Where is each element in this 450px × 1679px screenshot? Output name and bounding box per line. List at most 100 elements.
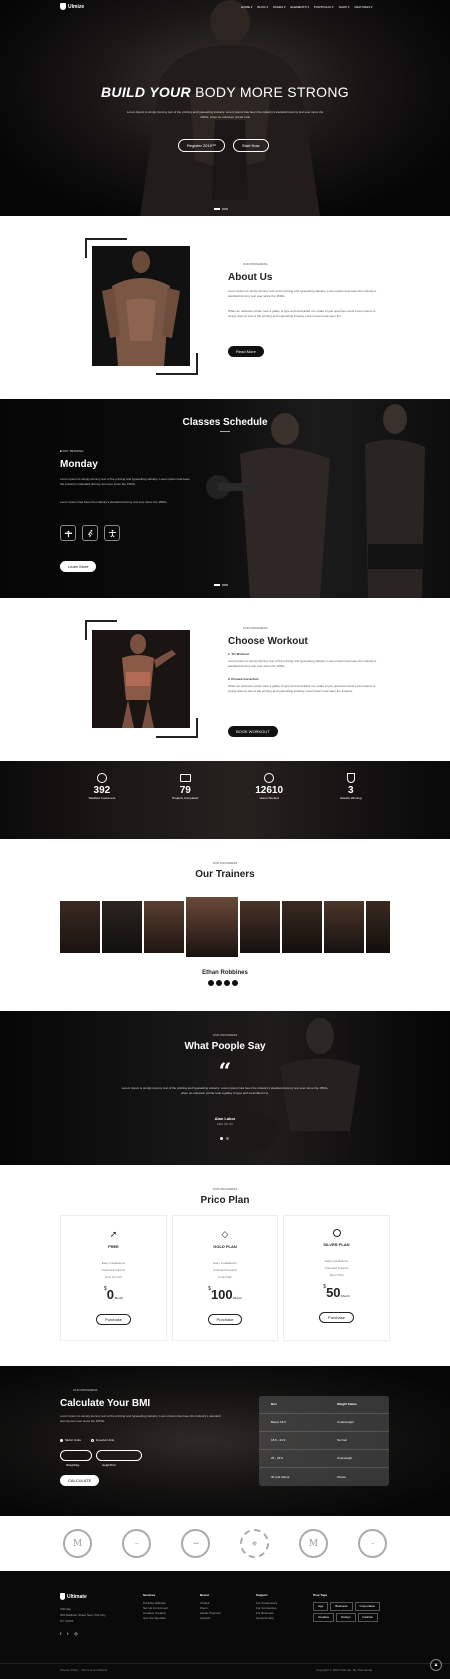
menu-pages[interactable]: PAGES ▾ bbox=[273, 5, 285, 10]
running-icon[interactable] bbox=[82, 525, 98, 541]
about-paragraph-2: When an unknown printer took a galley of… bbox=[228, 309, 376, 318]
menu-blog[interactable]: BLOG ▾ bbox=[257, 5, 268, 10]
metric-radio[interactable]: Metric Units bbox=[60, 1438, 81, 1443]
stat-label: Satisfied Customers bbox=[88, 796, 116, 800]
twitter-icon[interactable]: t bbox=[67, 1631, 68, 1636]
menu-elements[interactable]: ELEMENTS ▾ bbox=[291, 5, 310, 10]
stretching-icon[interactable] bbox=[104, 525, 120, 541]
tag[interactable]: App bbox=[313, 1602, 329, 1611]
testimonial-role: CEO OF XC bbox=[216, 1122, 234, 1126]
book-workout-button[interactable]: BOOK WORKOUT bbox=[228, 720, 278, 738]
brand-logo[interactable]: ∼ bbox=[122, 1529, 151, 1558]
plan-name: SILVER PLAN bbox=[323, 1242, 350, 1247]
classes-paragraph-1: Lorem Ipsum is simply dummy text of the … bbox=[60, 477, 190, 486]
brand-logo[interactable]: ∽ bbox=[181, 1529, 210, 1558]
trainer-photo[interactable] bbox=[102, 901, 142, 953]
dot[interactable] bbox=[226, 1137, 229, 1140]
height-input[interactable]: Height/Cm bbox=[96, 1450, 142, 1467]
stats-section: 392 Satisfied Customers 79 Projects Comp… bbox=[0, 761, 450, 839]
trainers-carousel[interactable] bbox=[60, 897, 390, 957]
class-icons bbox=[60, 525, 120, 541]
title-underline bbox=[220, 431, 230, 432]
stat-value: 3 bbox=[347, 785, 354, 796]
menu-portfolio[interactable]: PORTFOLIO ▾ bbox=[314, 5, 334, 10]
start-now-button[interactable]: Start Now bbox=[233, 134, 269, 152]
weight-input[interactable]: Weight/kg bbox=[60, 1450, 92, 1467]
purchase-button[interactable]: Purchase bbox=[284, 1306, 389, 1324]
weightlifting-icon[interactable] bbox=[60, 525, 76, 541]
footer-link[interactable]: Get Our Specials bbox=[143, 1616, 168, 1621]
tag[interactable]: Creative bbox=[313, 1613, 335, 1622]
scroll-top-button[interactable]: ▲ bbox=[430, 1659, 442, 1671]
footer-address-2: 309 Madison Street New York City bbox=[60, 1613, 106, 1617]
plan-feature: Easy Installations bbox=[324, 1259, 349, 1263]
plan-price: $100/Month bbox=[208, 1286, 242, 1302]
dot-active[interactable] bbox=[220, 1137, 223, 1140]
footer-link[interactable]: Upwork bbox=[200, 1616, 221, 1621]
plan-feature: Unlimited Support bbox=[101, 1268, 126, 1272]
menu-features[interactable]: FEATURES ▾ bbox=[354, 5, 372, 10]
plan-gold: ◇ GOLD PLAN Easy Installations Unlimited… bbox=[172, 1215, 278, 1341]
trainer-photo[interactable] bbox=[366, 901, 390, 953]
trainer-photo[interactable] bbox=[324, 901, 364, 953]
linkedin-icon[interactable] bbox=[232, 980, 238, 986]
pricing-section: OUR PROGRESS Prico Plan ➚ FREE Easy Inst… bbox=[0, 1165, 450, 1366]
hero-title-light: BODY MORE STRONG bbox=[195, 84, 349, 100]
unit-radios: Metric Units Imperial Units bbox=[60, 1438, 114, 1443]
footer-col-brand: Brand Chuluk Zoom Apollo Payment Upwork bbox=[200, 1593, 222, 1621]
instagram-icon[interactable] bbox=[224, 980, 230, 986]
brand-logo[interactable]: ∼ bbox=[358, 1529, 387, 1558]
brand-logo[interactable]: ✵ bbox=[240, 1529, 269, 1558]
workout-eyebrow: OUR PROGRESS bbox=[243, 626, 268, 630]
navbar: Ulmize HOME ▾ BLOG ▾ PAGES ▾ ELEMENTS ▾ … bbox=[0, 0, 450, 14]
twitter-icon[interactable] bbox=[216, 980, 222, 986]
menu-shop[interactable]: SHOP ▾ bbox=[339, 5, 350, 10]
frame-corner-left bbox=[85, 620, 87, 640]
calculate-button[interactable]: CALCULATE bbox=[60, 1469, 100, 1487]
logo-mark-icon bbox=[60, 1593, 65, 1600]
footer-link[interactable]: General Help bbox=[256, 1616, 277, 1621]
facebook-icon[interactable]: f bbox=[60, 1631, 61, 1636]
brand-logo[interactable]: M bbox=[63, 1529, 92, 1558]
trainer-photo[interactable] bbox=[60, 901, 100, 953]
tag[interactable]: Corporation bbox=[354, 1602, 381, 1611]
read-more-button[interactable]: Read More bbox=[228, 340, 264, 358]
frame-corner-right bbox=[196, 353, 198, 375]
about-image bbox=[92, 246, 190, 366]
brand-logo[interactable]: M bbox=[299, 1529, 328, 1558]
footer-legal-links[interactable]: Privacy Policy · Terms & Conditions bbox=[60, 1668, 107, 1673]
tag[interactable]: Design bbox=[336, 1613, 356, 1622]
trainers-section: OUR PROGRESS Our Trainers Ethan Robbines bbox=[0, 839, 450, 1011]
classes-slider-dots[interactable] bbox=[213, 573, 229, 591]
plan-feature: Silver Plan bbox=[329, 1273, 344, 1277]
logo[interactable]: Ulmize bbox=[60, 3, 84, 10]
facebook-icon[interactable] bbox=[208, 980, 214, 986]
imperial-radio[interactable]: Imperial Units bbox=[90, 1438, 114, 1443]
trainer-photo[interactable] bbox=[240, 901, 280, 953]
bmi-eyebrow: OUR PROGRESS bbox=[73, 1388, 98, 1392]
workout-step-2-title: 2. Posture Correction bbox=[228, 677, 259, 681]
frame-corner-top bbox=[85, 620, 117, 622]
bmi-text: Lorem Ipsum is simply dummy text of the … bbox=[60, 1414, 221, 1423]
workout-title: Choose Workout bbox=[228, 636, 308, 647]
clock-icon bbox=[264, 773, 275, 783]
footer-logo[interactable]: Ultimate bbox=[60, 1593, 87, 1600]
stat-value: 79 bbox=[179, 785, 191, 796]
tag[interactable]: Business bbox=[330, 1602, 353, 1611]
learn-more-button[interactable]: Learn More bbox=[60, 555, 97, 573]
purchase-button[interactable]: Purchase bbox=[61, 1308, 166, 1326]
footer-divider bbox=[0, 1663, 450, 1664]
trainer-photo[interactable] bbox=[186, 897, 238, 957]
purchase-button[interactable]: Purchase bbox=[173, 1308, 277, 1326]
register-button[interactable]: Register 2019™ bbox=[178, 134, 225, 152]
trainer-photo[interactable] bbox=[144, 901, 184, 953]
testimonial-dots[interactable] bbox=[220, 1137, 229, 1140]
bmi-title: Calculate Your BMI bbox=[60, 1398, 151, 1409]
instagram-icon[interactable]: ◎ bbox=[74, 1631, 78, 1636]
footer-col-services: Services Portfolio Website Set Up An Acc… bbox=[143, 1593, 169, 1621]
tag[interactable]: Fashion bbox=[357, 1613, 379, 1622]
classes-title: Classes Schedule bbox=[182, 417, 268, 428]
trainer-photo[interactable] bbox=[282, 901, 322, 953]
menu-home[interactable]: HOME ▾ bbox=[241, 5, 252, 10]
hero-slider-dots[interactable] bbox=[213, 197, 229, 215]
